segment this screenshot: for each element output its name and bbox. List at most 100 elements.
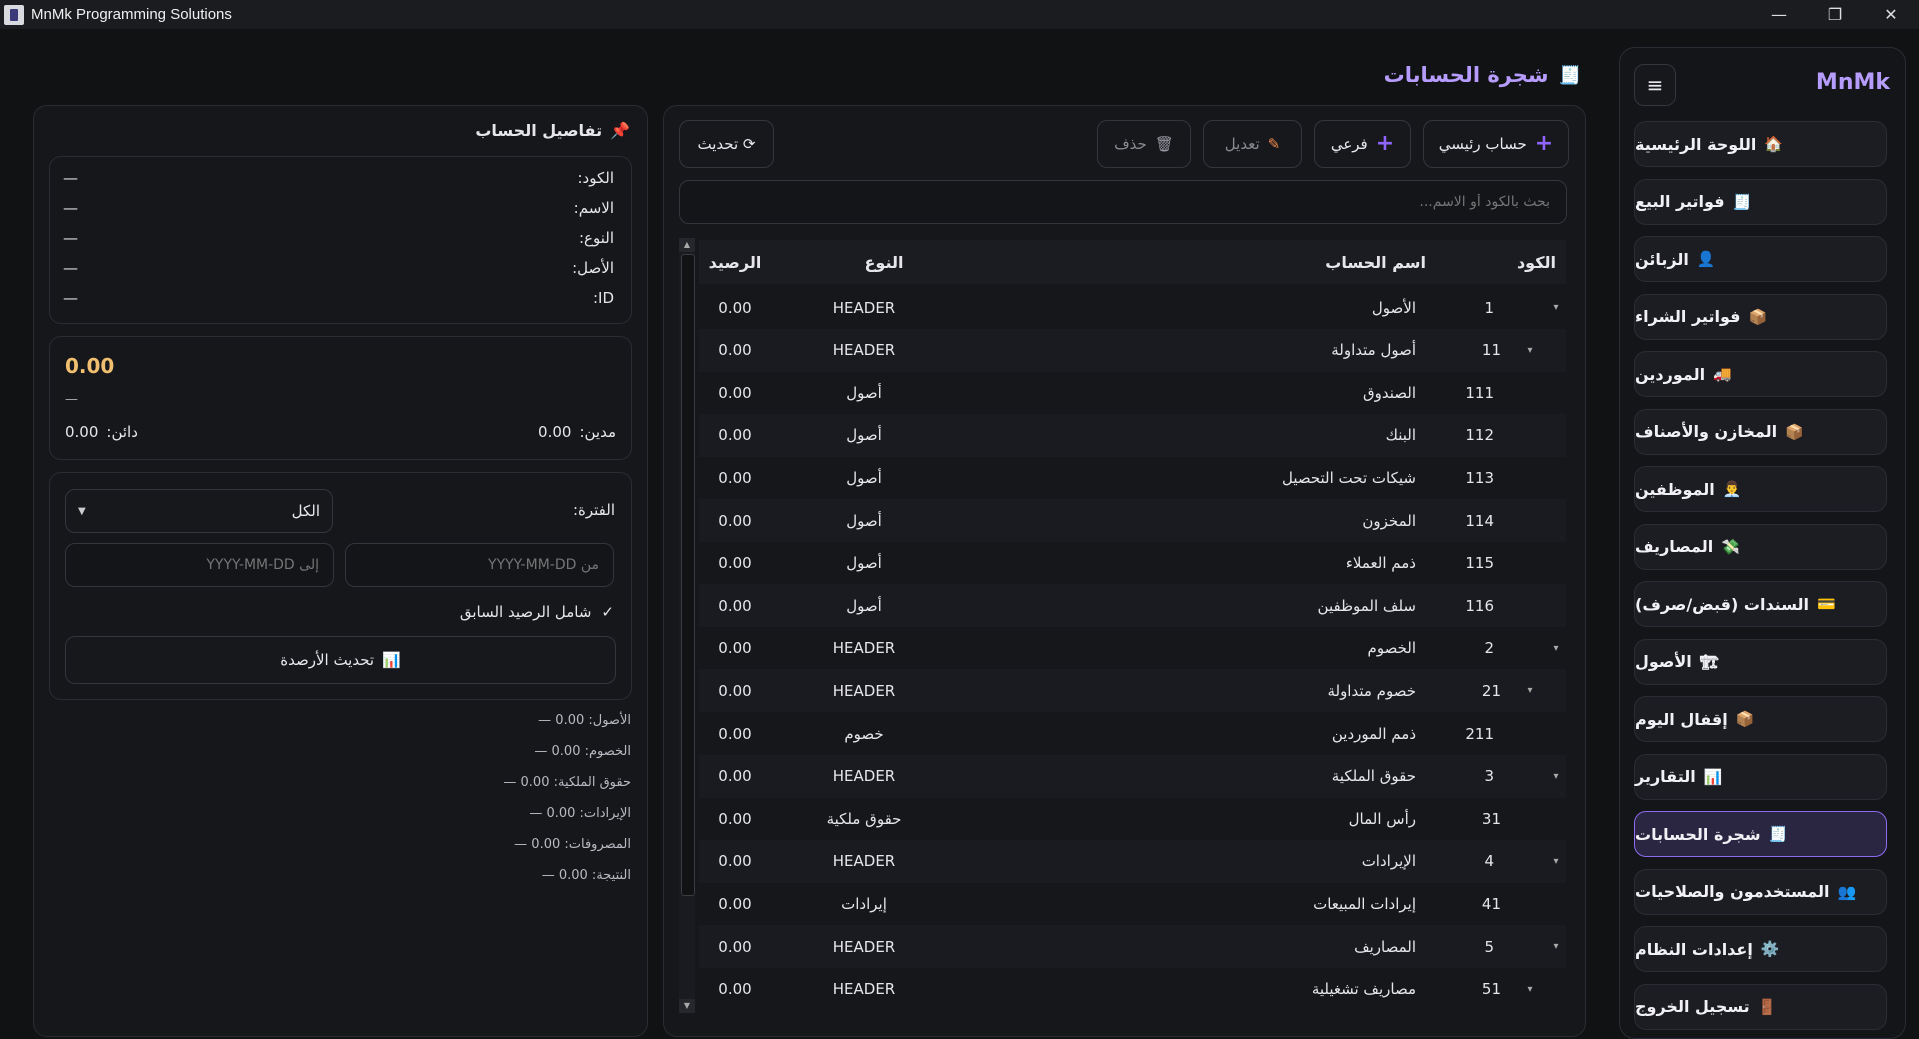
expand-caret-icon[interactable] (1524, 371, 1536, 414)
table-row[interactable]: 0.00 أصول البنك 112 (699, 413, 1566, 457)
chevron-down-icon: ▼ (78, 505, 86, 517)
sidebar-item-icon: 👤 (1696, 250, 1716, 268)
expand-caret-icon[interactable]: ▾ (1550, 627, 1562, 670)
table-row[interactable]: 0.00 HEADER أصول متداولة 11 ▾ (699, 328, 1566, 372)
col-code[interactable]: الكود (1517, 240, 1556, 284)
sidebar-item-label: الموظفين (1635, 479, 1715, 499)
sidebar-item-label: الموردين (1635, 364, 1706, 384)
sidebar-item[interactable]: 🧾 شجرة الحسابات (1634, 811, 1887, 857)
table-scrollbar[interactable]: ▲ ▼ (679, 238, 695, 1013)
maximize-button[interactable]: ❐ (1807, 0, 1863, 29)
menu-icon: ≡ (1646, 73, 1664, 97)
table-row[interactable]: 0.00 HEADER المصاريف 5 ▾ (699, 925, 1566, 968)
cell-balance: 0.00 (718, 511, 752, 530)
cell-code: 51 (1481, 980, 1501, 999)
expand-caret-icon[interactable]: ▾ (1524, 669, 1536, 712)
sidebar-item-icon: 🚚 (1713, 365, 1732, 383)
table-row[interactable]: 0.00 إيرادات إيرادات المبيعات 41 (699, 882, 1566, 925)
table-row[interactable]: 0.00 أصول المخزون 114 (699, 499, 1566, 542)
refresh-button[interactable]: تحديث ⟳ (679, 120, 774, 168)
sidebar-item-icon: 💳 (1816, 595, 1836, 613)
edit-button[interactable]: تعديل ✎ (1203, 120, 1302, 168)
table-row[interactable]: 0.00 HEADER الخصوم 2 ▾ (699, 627, 1566, 670)
cell-code: 2 (1484, 639, 1494, 658)
close-button[interactable]: ✕ (1863, 0, 1919, 29)
sidebar-item[interactable]: 🚚 الموردين (1634, 351, 1887, 397)
sidebar-item-icon: 🧾 (1732, 192, 1752, 211)
cell-name: رأس المال (1348, 809, 1416, 828)
table-row[interactable]: 0.00 HEADER خصوم متداولة 21 ▾ (699, 669, 1566, 713)
sidebar-item[interactable]: 📦 المخازن والأصناف (1634, 408, 1887, 455)
menu-toggle-button[interactable]: ≡ (1634, 64, 1676, 106)
detail-field-value: — (63, 169, 78, 187)
from-date-input[interactable] (345, 543, 614, 587)
scroll-up-arrow[interactable]: ▲ (679, 238, 695, 252)
table-row[interactable]: 0.00 أصول الصندوق 111 (699, 371, 1566, 414)
minimize-button[interactable]: — (1751, 0, 1807, 29)
expand-caret-icon[interactable] (1524, 414, 1536, 457)
refresh-balances-button[interactable]: 📊 تحديث الأرصدة (65, 636, 616, 684)
delete-button[interactable]: حذف 🗑 (1097, 120, 1191, 168)
sidebar-item[interactable]: 🏠 اللوحة الرئيسية (1634, 121, 1887, 167)
sidebar-item[interactable]: 💳 السندات (قبض/صرف) (1634, 581, 1887, 627)
page-title-text: شجرة الحسابات (1383, 63, 1549, 87)
period-select[interactable]: ▼ الكل (65, 489, 333, 533)
sidebar-item-icon: 📊 (1703, 767, 1723, 786)
expand-caret-icon[interactable]: ▾ (1550, 925, 1562, 968)
add-main-account-button[interactable]: حساب رئيسي + (1423, 120, 1569, 168)
table-row[interactable]: 0.00 HEADER الإيرادات 4 ▾ (699, 839, 1566, 883)
col-type[interactable]: النوع (809, 240, 959, 284)
table-row[interactable]: 0.00 HEADER الأصول 1 ▾ (699, 286, 1566, 329)
expand-caret-icon[interactable]: ▾ (1550, 755, 1562, 798)
sidebar-item[interactable]: 🏗 الأصول (1634, 638, 1887, 685)
sidebar-item[interactable]: 👥 المستخدمون والصلاحيات (1634, 868, 1887, 915)
detail-field-value: — (63, 229, 78, 247)
col-name[interactable]: اسم الحساب (1325, 240, 1426, 284)
expand-caret-icon[interactable]: ▾ (1524, 329, 1536, 372)
scroll-thumb[interactable] (681, 254, 695, 896)
sub-label: فرعي (1330, 135, 1368, 153)
table-row[interactable]: 0.00 HEADER حقوق الملكية 3 ▾ (699, 754, 1566, 798)
col-balance[interactable]: الرصيد (699, 240, 771, 284)
sidebar-item[interactable]: 🧾 فواتير البيع (1634, 178, 1887, 225)
sidebar-item[interactable]: 📊 التقارير (1634, 753, 1887, 800)
sidebar-item[interactable]: 👨‍💼 الموظفين (1634, 466, 1887, 512)
sidebar-item[interactable]: 📦 فواتير الشراء (1634, 293, 1887, 340)
cell-code: 41 (1481, 894, 1501, 913)
cell-name: ذمم العملاء (1345, 554, 1416, 573)
table-row[interactable]: 0.00 حقوق ملكية رأس المال 31 (699, 797, 1566, 840)
include-prev-label: شامل الرصيد السابق (459, 603, 592, 621)
scroll-down-arrow[interactable]: ▼ (679, 999, 695, 1013)
include-prev-checkbox[interactable]: ✓ شامل الرصيد السابق (460, 603, 614, 621)
expand-caret-icon[interactable] (1524, 542, 1536, 585)
table-row[interactable]: 0.00 أصول ذمم العملاء 115 (699, 542, 1566, 585)
sidebar-item-icon: 📦 (1785, 422, 1804, 441)
table-row[interactable]: 0.00 أصول شيكات تحت التحصيل 113 (699, 456, 1566, 499)
expand-caret-icon[interactable] (1524, 797, 1536, 840)
sidebar-item[interactable]: 🚪 تسجيل الخروج (1634, 983, 1887, 1030)
sidebar-item[interactable]: 📦 إقفال اليوم (1634, 696, 1887, 742)
sidebar-item[interactable]: 👤 الزبائن (1634, 236, 1887, 282)
credit-label: دائن: (106, 423, 138, 441)
expand-caret-icon[interactable] (1524, 882, 1536, 925)
cell-type: HEADER (832, 298, 896, 317)
expand-caret-icon[interactable]: ▾ (1550, 286, 1562, 329)
plus-icon: + (1375, 131, 1395, 156)
expand-caret-icon[interactable] (1524, 499, 1536, 542)
cell-type: أصول (846, 554, 882, 573)
sidebar-item[interactable]: ⚙️ إعدادات النظام (1634, 926, 1887, 972)
table-row[interactable]: 0.00 HEADER مصاريف تشغيلية 51 ▾ (699, 968, 1566, 1011)
add-sub-account-button[interactable]: فرعي + (1314, 120, 1411, 168)
table-row[interactable]: 0.00 أصول سلف الموظفين 116 (699, 584, 1566, 628)
expand-caret-icon[interactable] (1524, 456, 1536, 499)
expand-caret-icon[interactable]: ▾ (1550, 840, 1562, 883)
expand-caret-icon[interactable] (1524, 712, 1536, 755)
search-input[interactable] (679, 180, 1567, 224)
table-row[interactable]: 0.00 خصوم ذمم الموردين 211 (699, 712, 1566, 755)
sidebar-item[interactable]: 💸 المصاريف (1634, 523, 1887, 570)
cell-type: HEADER (832, 767, 896, 786)
pencil-icon: ✎ (1267, 135, 1281, 153)
to-date-input[interactable] (65, 543, 334, 587)
expand-caret-icon[interactable]: ▾ (1524, 968, 1536, 1011)
expand-caret-icon[interactable] (1524, 584, 1536, 627)
